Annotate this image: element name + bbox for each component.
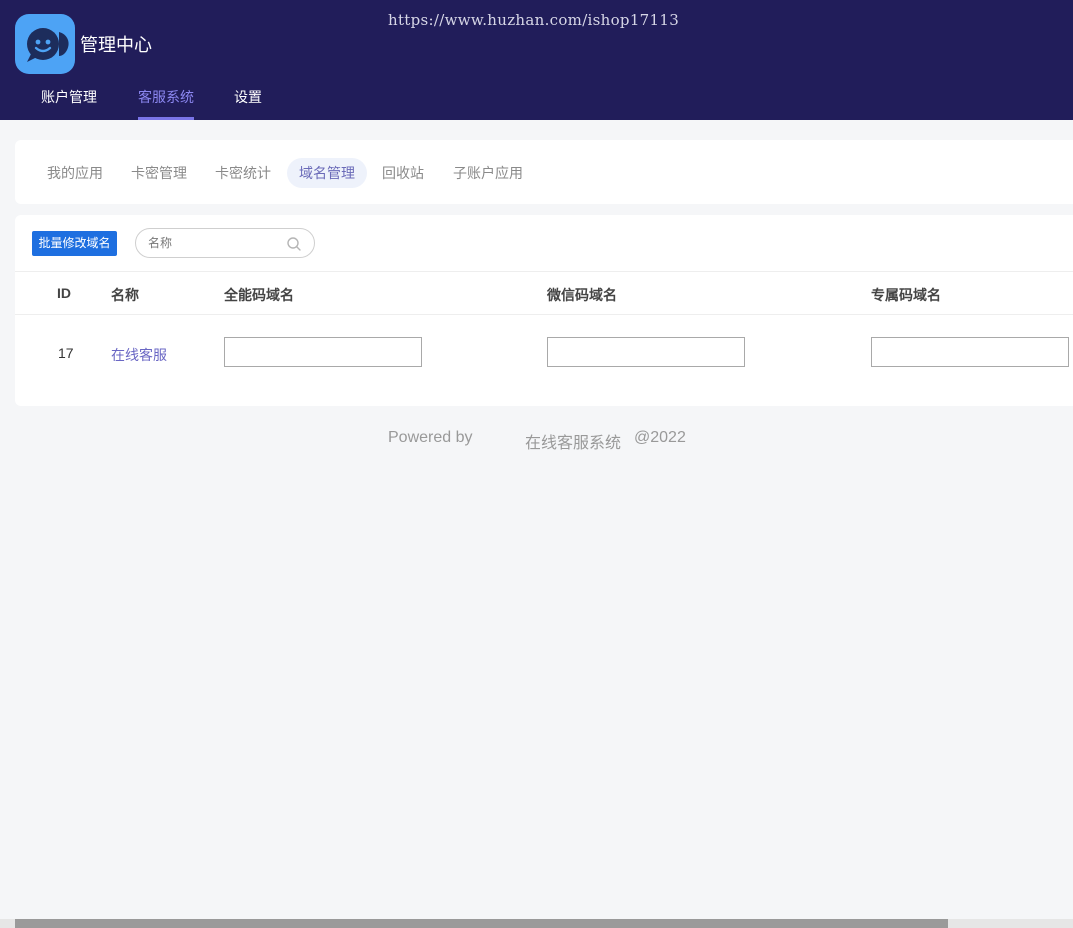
table-header-divider bbox=[15, 314, 1073, 315]
exclusive-domain-input[interactable] bbox=[871, 337, 1069, 367]
table-top-divider bbox=[15, 271, 1073, 272]
footer-year: @2022 bbox=[634, 429, 686, 446]
column-header-id: ID bbox=[57, 285, 71, 301]
column-header-wechat-domain: 微信码域名 bbox=[547, 287, 617, 303]
nav-settings[interactable]: 设置 bbox=[234, 87, 262, 107]
chat-bubble-face-icon bbox=[27, 28, 69, 62]
app-logo[interactable] bbox=[15, 14, 75, 74]
all-domain-input[interactable] bbox=[224, 337, 422, 367]
nav-active-indicator bbox=[138, 117, 194, 120]
nav-customer-service[interactable]: 客服系统 bbox=[138, 87, 194, 107]
subtab-card-key-management[interactable]: 卡密管理 bbox=[119, 158, 199, 188]
footer-system-name: 在线客服系统 bbox=[525, 435, 622, 452]
search-icon[interactable] bbox=[286, 236, 302, 257]
subtab-recycle-bin[interactable]: 回收站 bbox=[370, 158, 436, 188]
footer-powered-by: Powered by bbox=[388, 429, 473, 446]
column-header-all-domain: 全能码域名 bbox=[224, 287, 294, 303]
subtab-card-key-stats[interactable]: 卡密统计 bbox=[203, 158, 283, 188]
subtab-domain-management[interactable]: 域名管理 bbox=[287, 158, 367, 188]
column-header-exclusive-domain: 专属码域名 bbox=[871, 287, 941, 303]
subtab-bar: 我的应用 卡密管理 卡密统计 域名管理 回收站 子账户应用 bbox=[15, 140, 1073, 204]
app-title: 管理中心 bbox=[80, 35, 152, 55]
watermark-url: https://www.huzhan.com/ishop17113 bbox=[388, 11, 680, 29]
wechat-domain-input[interactable] bbox=[547, 337, 745, 367]
search-box bbox=[135, 228, 315, 258]
nav-account-management[interactable]: 账户管理 bbox=[41, 87, 97, 107]
batch-edit-domain-button[interactable]: 批量修改域名 bbox=[32, 231, 117, 256]
domain-table-panel: 批量修改域名 ID 名称 全能码域名 微信码域名 专属码域名 17 在线客服 bbox=[15, 215, 1073, 406]
subtab-my-apps[interactable]: 我的应用 bbox=[35, 158, 115, 188]
scrollbar-thumb[interactable] bbox=[15, 919, 948, 928]
horizontal-scrollbar[interactable] bbox=[0, 919, 1073, 928]
row-id: 17 bbox=[58, 345, 74, 361]
search-input[interactable] bbox=[148, 234, 278, 252]
top-nav: 账户管理 客服系统 设置 bbox=[0, 78, 1073, 120]
subtab-sub-account-apps[interactable]: 子账户应用 bbox=[441, 158, 535, 188]
row-name-link[interactable]: 在线客服 bbox=[111, 345, 167, 365]
top-header: https://www.huzhan.com/ishop17113 管理中心 账… bbox=[0, 0, 1073, 120]
column-header-name: 名称 bbox=[111, 287, 139, 303]
